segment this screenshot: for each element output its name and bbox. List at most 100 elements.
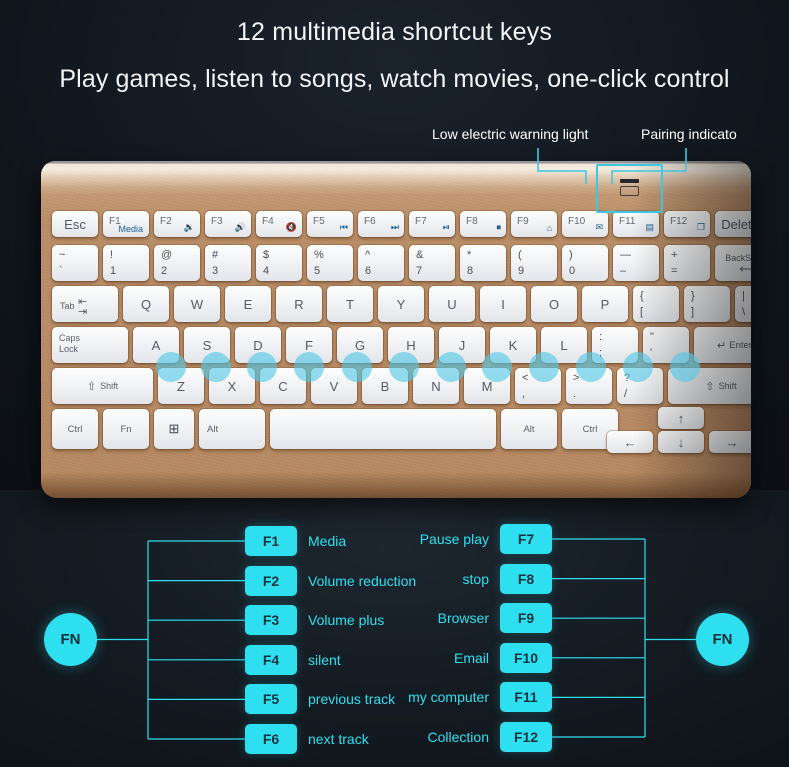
diagram-chip-f3[interactable]: F3 xyxy=(245,605,297,636)
key-alt-5[interactable]: Alt xyxy=(501,409,557,449)
fn-node-left[interactable]: FN xyxy=(44,613,97,666)
diagram-chip-f6[interactable]: F6 xyxy=(245,724,297,754)
key-delete[interactable]: Delete xyxy=(715,211,751,237)
key-f3[interactable]: F3 🔊 xyxy=(205,211,251,237)
key-sym-10[interactable]: ? / xyxy=(617,368,663,404)
key-f9[interactable]: F9 ⌂ xyxy=(511,211,557,237)
diagram-chip-label: F4 xyxy=(262,651,280,668)
key-f2[interactable]: F2 🔉 xyxy=(154,211,200,237)
key-s[interactable]: S xyxy=(184,327,230,363)
diagram-chip-f11[interactable]: F11 xyxy=(500,682,552,713)
diagram-chip-label: F9 xyxy=(517,610,535,627)
key-esc[interactable]: Esc xyxy=(52,211,98,237)
key-sym-0[interactable]: ~ ` xyxy=(52,245,98,281)
key-shift-label: $ xyxy=(263,249,270,261)
key-sym-12[interactable]: + = xyxy=(664,245,710,281)
key-enter[interactable]: ↵ Enter xyxy=(694,327,751,363)
key-k[interactable]: K xyxy=(490,327,536,363)
key-label: V xyxy=(329,378,339,394)
diagram-chip-f5[interactable]: F5 xyxy=(245,684,297,715)
key-u[interactable]: U xyxy=(429,286,475,322)
key-f8[interactable]: F8 ⏹ xyxy=(460,211,506,237)
key-sym-5[interactable]: % 5 xyxy=(307,245,353,281)
diagram-chip-f7[interactable]: F7 xyxy=(500,524,552,554)
diagram-chip-f8[interactable]: F8 xyxy=(500,563,552,594)
key-x[interactable]: X xyxy=(209,368,255,404)
key-fn-1[interactable]: Fn xyxy=(103,409,149,449)
key-a[interactable]: A xyxy=(133,327,179,363)
diagram-chip-f10[interactable]: F10 xyxy=(500,642,552,673)
key-d[interactable]: D xyxy=(235,327,281,363)
diagram-chip-f1[interactable]: F1 xyxy=(245,526,297,556)
key-backspace[interactable]: BackSpace⟵ xyxy=(715,245,751,281)
key-arrow-down[interactable]: ↓ xyxy=(658,431,704,453)
diagram-chip-f12[interactable]: F12 xyxy=(500,722,552,752)
key-sym-10[interactable]: ) 0 xyxy=(562,245,608,281)
key-f1[interactable]: F1 Media xyxy=(103,211,149,237)
key-o[interactable]: O xyxy=(531,286,577,322)
key-c[interactable]: C xyxy=(260,368,306,404)
key-j[interactable]: J xyxy=(439,327,485,363)
key-m[interactable]: M xyxy=(464,368,510,404)
key-tab[interactable]: Tab ⇤ ⇥ xyxy=(52,286,118,322)
key-alt-left[interactable]: Alt xyxy=(199,409,265,449)
key-l[interactable]: L xyxy=(541,327,587,363)
diagram-chip-f9[interactable]: F9 xyxy=(500,603,552,634)
key-sym-12[interactable]: }] xyxy=(684,286,730,322)
key-f10[interactable]: F10 ✉ xyxy=(562,211,608,237)
key-z[interactable]: Z xyxy=(158,368,204,404)
key-shift-right[interactable]: ⇧ Shift xyxy=(668,368,751,404)
key-arrow-up[interactable]: ↑ xyxy=(658,407,704,429)
key-f6[interactable]: F6 ⏭ xyxy=(358,211,404,237)
key-f12[interactable]: F12 ❐ xyxy=(664,211,710,237)
fn-node-right[interactable]: FN xyxy=(696,613,749,666)
key-arrow-right[interactable]: → xyxy=(709,431,751,453)
key-i[interactable]: I xyxy=(480,286,526,322)
key-sym-11[interactable]: " ' xyxy=(643,327,689,363)
key-t[interactable]: T xyxy=(327,286,373,322)
key-label: T xyxy=(346,296,354,312)
key-sym-6[interactable]: ^ 6 xyxy=(358,245,404,281)
key-q[interactable]: Q xyxy=(123,286,169,322)
tab-forward-icon: ⇥ xyxy=(78,306,88,318)
key-shift-left[interactable]: ⇧ Shift xyxy=(52,368,153,404)
key-f[interactable]: F xyxy=(286,327,332,363)
key-shift-label: & xyxy=(416,249,424,261)
key-sym-13[interactable]: | \ xyxy=(735,286,751,322)
diagram-chip-f2[interactable]: F2 xyxy=(245,565,297,596)
key-label: P xyxy=(600,296,610,312)
key-sym-9[interactable]: (9 xyxy=(511,245,557,281)
key-sym-7[interactable]: & 7 xyxy=(409,245,455,281)
keyboard-row-home-row: Caps Lock A S D F G H J K L:; " ' ↵ Enter xyxy=(52,327,751,363)
key-w[interactable]: W xyxy=(174,286,220,322)
key-h[interactable]: H xyxy=(388,327,434,363)
key-windows[interactable]: ⊞ xyxy=(154,409,194,449)
key-sym-3[interactable]: #3 xyxy=(205,245,251,281)
key-e[interactable]: E xyxy=(225,286,271,322)
key-g[interactable]: G xyxy=(337,327,383,363)
key-y[interactable]: Y xyxy=(378,286,424,322)
key-caps-lock[interactable]: Caps Lock xyxy=(52,327,128,363)
key-v[interactable]: V xyxy=(311,368,357,404)
key-f11[interactable]: F11 ▤ xyxy=(613,211,659,237)
key-sym-10[interactable]: :; xyxy=(592,327,638,363)
key-f4[interactable]: F4 🔇 xyxy=(256,211,302,237)
key-n[interactable]: N xyxy=(413,368,459,404)
key-sym-4[interactable]: $4 xyxy=(256,245,302,281)
key-sym-11[interactable]: {[ xyxy=(633,286,679,322)
key-sym-8[interactable]: <, xyxy=(515,368,561,404)
key-r[interactable]: R xyxy=(276,286,322,322)
diagram-chip-f4[interactable]: F4 xyxy=(245,644,297,675)
key-sym-1[interactable]: ! 1 xyxy=(103,245,149,281)
key-b[interactable]: B xyxy=(362,368,408,404)
key-sym-8[interactable]: * 8 xyxy=(460,245,506,281)
key-space[interactable] xyxy=(270,409,496,449)
key-sym-9[interactable]: >. xyxy=(566,368,612,404)
key-sym-11[interactable]: — – xyxy=(613,245,659,281)
key-ctrl-0[interactable]: Ctrl xyxy=(52,409,98,449)
key-arrow-left[interactable]: ← xyxy=(607,431,653,453)
key-sym-2[interactable]: @2 xyxy=(154,245,200,281)
key-f7[interactable]: F7 ⏯ xyxy=(409,211,455,237)
key-p[interactable]: P xyxy=(582,286,628,322)
key-f5[interactable]: F5 ⏮ xyxy=(307,211,353,237)
